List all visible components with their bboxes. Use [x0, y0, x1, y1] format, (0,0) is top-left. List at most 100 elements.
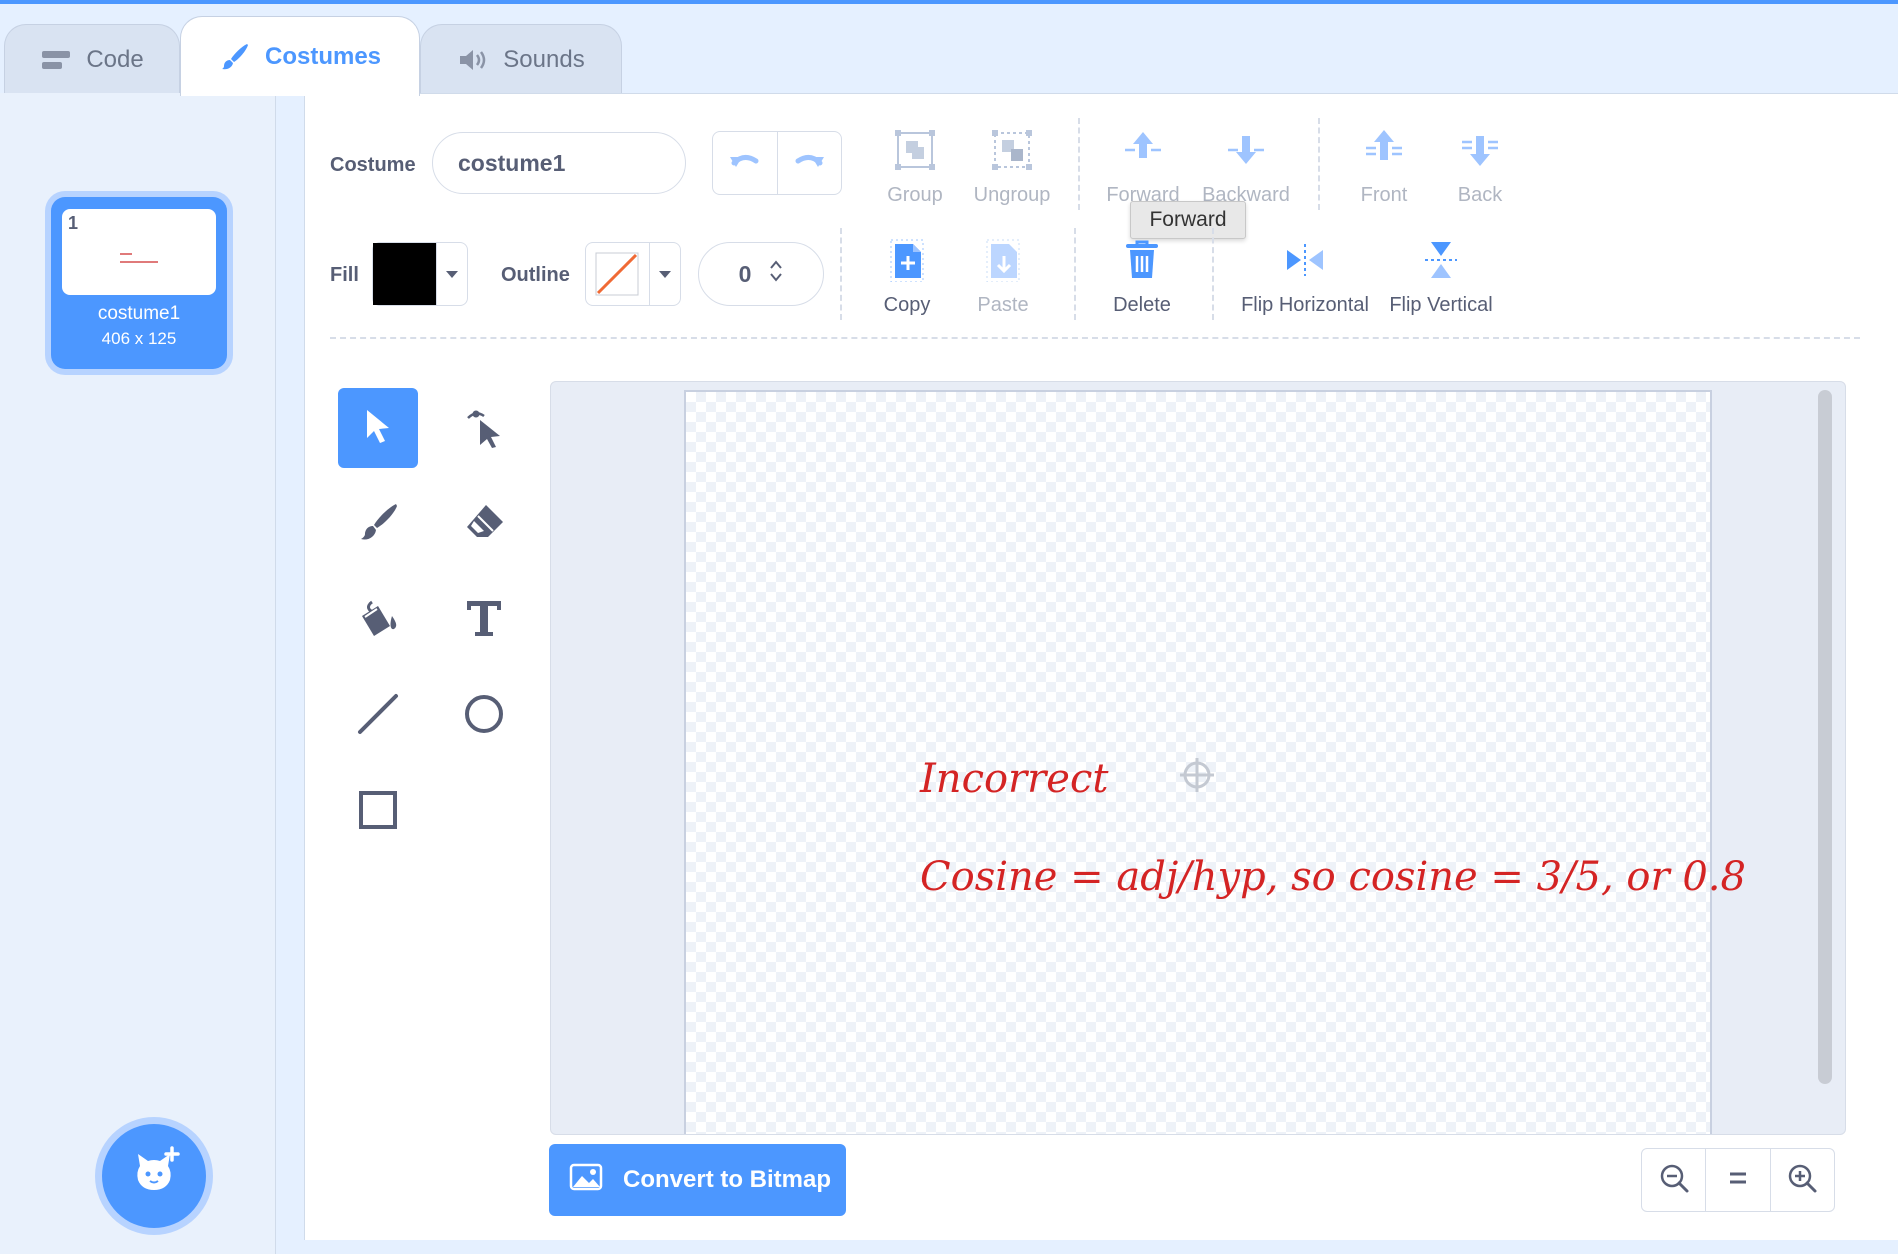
tab-code-label: Code — [86, 45, 144, 73]
flip-horizontal-button[interactable]: Flip Horizontal — [1238, 238, 1372, 317]
flip-vertical-label: Flip Vertical — [1389, 294, 1493, 316]
reshape-tool[interactable] — [444, 388, 524, 468]
convert-to-bitmap-label: Convert to Bitmap — [623, 1166, 832, 1193]
tab-costumes-label: Costumes — [264, 42, 382, 70]
tab-sounds-label: Sounds — [503, 45, 585, 73]
undo-redo-group — [712, 131, 842, 195]
backward-icon — [1224, 128, 1268, 184]
costume-thumbnail: 1 — [62, 209, 216, 295]
fill-color-picker[interactable] — [372, 242, 468, 306]
flip-horizontal-label: Flip Horizontal — [1241, 294, 1369, 316]
eraser-tool[interactable] — [444, 484, 524, 564]
window-top-border — [0, 0, 1898, 4]
costume-name-input[interactable] — [432, 132, 686, 194]
ungroup-label: Ungroup — [973, 184, 1051, 206]
paint-canvas[interactable]: Incorrect Cosine = adj/hyp, so cosine = … — [550, 381, 1846, 1135]
fill-label: Fill — [330, 264, 359, 286]
outline-width-input[interactable]: 0 — [698, 242, 824, 306]
crosshair-center-icon — [1179, 757, 1215, 798]
select-tool[interactable] — [338, 388, 418, 468]
circle-tool[interactable] — [444, 676, 524, 756]
zoom-in-button[interactable] — [1769, 1149, 1834, 1211]
image-icon — [569, 1163, 603, 1198]
add-costume-button[interactable] — [102, 1124, 206, 1228]
flip-horizontal-icon — [1283, 238, 1327, 294]
costume-list-panel: 1 costume1 406 x 125 — [0, 93, 276, 1254]
outline-color-picker[interactable] — [585, 242, 681, 306]
convert-to-bitmap-button[interactable]: Convert to Bitmap — [549, 1144, 846, 1216]
copy-label: Copy — [883, 294, 931, 316]
back-button[interactable]: Back — [1450, 128, 1510, 207]
forward-button[interactable]: Forward — [1104, 128, 1182, 207]
tab-costumes[interactable]: Costumes — [180, 16, 420, 96]
line-icon — [356, 692, 400, 741]
zoom-out-button[interactable] — [1642, 1149, 1705, 1211]
flip-vertical-icon — [1419, 238, 1463, 294]
toolbar-divider — [1078, 118, 1080, 210]
paste-icon — [983, 238, 1023, 294]
rectangle-tool[interactable] — [338, 772, 418, 852]
ungroup-button[interactable]: Ungroup — [970, 128, 1054, 207]
canvas-text-incorrect[interactable]: Incorrect — [920, 756, 1108, 802]
canvas-vertical-scrollbar[interactable] — [1818, 390, 1832, 1084]
costume-tile[interactable]: 1 costume1 406 x 125 — [51, 197, 227, 369]
stepper-arrows-icon[interactable] — [769, 258, 783, 290]
paste-button[interactable]: Paste — [972, 238, 1034, 317]
line-tool[interactable] — [338, 676, 418, 756]
group-label: Group — [887, 184, 943, 206]
costume-number: 1 — [68, 213, 79, 233]
brush-tool[interactable] — [338, 484, 418, 564]
costume-label: Costume — [330, 154, 416, 176]
back-label: Back — [1457, 184, 1503, 206]
undo-icon — [728, 149, 762, 178]
cat-plus-icon — [126, 1145, 182, 1207]
fill-color-swatch — [373, 243, 437, 305]
chevron-down-icon — [650, 243, 680, 305]
circle-icon — [462, 692, 506, 741]
ungroup-icon — [990, 128, 1034, 184]
code-blocks-icon — [40, 49, 72, 71]
toolbar-divider — [1318, 118, 1320, 210]
group-icon — [893, 128, 937, 184]
thumbnail-text-mark — [120, 261, 158, 263]
delete-label: Delete — [1113, 294, 1171, 316]
copy-icon — [887, 238, 927, 294]
toolbar-divider — [1212, 228, 1214, 320]
tab-code[interactable]: Code — [4, 24, 180, 94]
fill-tool[interactable] — [338, 580, 418, 660]
redo-button[interactable] — [778, 132, 842, 194]
toolbar-divider — [1074, 228, 1076, 320]
chevron-down-icon — [437, 243, 467, 305]
text-tool[interactable] — [444, 580, 524, 660]
paint-bucket-icon — [356, 596, 400, 645]
outline-width-value: 0 — [738, 260, 752, 287]
forward-tooltip: Forward — [1130, 201, 1246, 239]
flip-vertical-button[interactable]: Flip Vertical — [1386, 238, 1496, 317]
front-label: Front — [1360, 184, 1408, 206]
trash-icon — [1122, 238, 1162, 294]
zoom-reset-button[interactable] — [1705, 1149, 1769, 1211]
speaker-icon — [457, 47, 489, 73]
toolbar-divider — [840, 228, 842, 320]
paintbrush-icon — [219, 41, 251, 73]
equals-icon — [1727, 1170, 1749, 1191]
brush-icon — [356, 500, 400, 549]
delete-button[interactable]: Delete — [1110, 238, 1174, 317]
canvas-text-explanation[interactable]: Cosine = adj/hyp, so cosine = 3/5, or 0.… — [920, 854, 1746, 900]
rectangle-icon — [356, 788, 400, 837]
eraser-icon — [462, 500, 506, 549]
back-icon — [1458, 128, 1502, 184]
reshape-cursor-icon — [462, 404, 506, 453]
group-button[interactable]: Group — [880, 128, 950, 207]
copy-button[interactable]: Copy — [876, 238, 938, 317]
paste-label: Paste — [977, 294, 1029, 316]
zoom-out-icon — [1658, 1162, 1690, 1199]
front-button[interactable]: Front — [1354, 128, 1414, 207]
undo-button[interactable] — [713, 132, 778, 194]
tab-sounds[interactable]: Sounds — [420, 24, 622, 94]
costume-size: 406 x 125 — [101, 329, 177, 348]
no-outline-swatch-icon — [586, 243, 650, 305]
outline-label: Outline — [501, 264, 570, 286]
redo-icon — [792, 149, 826, 178]
backward-button[interactable]: Backward — [1198, 128, 1294, 207]
